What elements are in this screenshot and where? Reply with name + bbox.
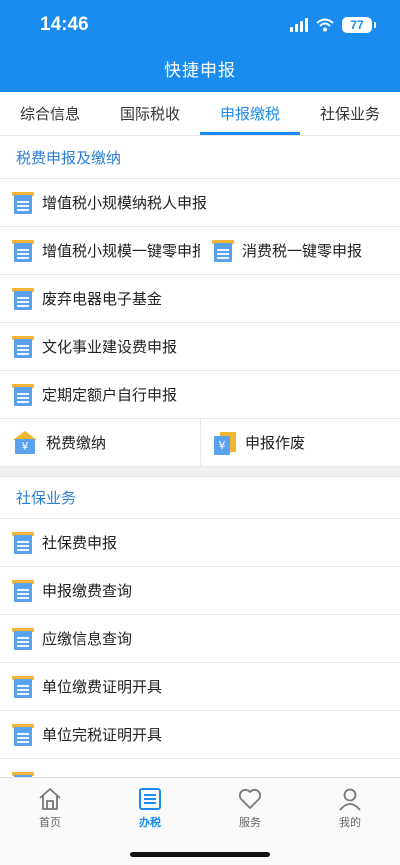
list-item-label: 单位完税证明开具: [42, 726, 163, 744]
document-icon: [12, 723, 34, 746]
document-icon: [12, 383, 34, 406]
list-item-partial[interactable]: [0, 759, 400, 777]
status-time: 14:46: [40, 14, 89, 35]
tab-declare-pay[interactable]: 申报缴税: [200, 92, 300, 136]
list-item-label: 申报作废: [245, 434, 306, 452]
active-tab-indicator: [200, 132, 300, 135]
tabbar-label: 我的: [339, 816, 361, 829]
heart-icon: [237, 786, 263, 812]
list-item-declare-void[interactable]: ¥ 申报作废: [200, 418, 400, 467]
tab-international-tax[interactable]: 国际税收: [100, 92, 200, 136]
content-list[interactable]: 税费申报及缴纳 增值税小规模纳税人申报 增值税小规模一键零申报 消费税一键零申报…: [0, 137, 400, 777]
tabbar-label: 服务: [239, 816, 261, 829]
section-divider: [0, 467, 400, 477]
document-icon: [12, 239, 34, 262]
tabbar-mine[interactable]: 我的: [300, 786, 400, 832]
list-item-label: 增值税小规模纳税人申报: [42, 194, 208, 212]
list-item-social-fee-declare[interactable]: 社保费申报: [0, 519, 400, 567]
list-item-label: 定期定额户自行申报: [42, 386, 178, 404]
document-icon: [12, 287, 34, 310]
tabbar-tax[interactable]: 办税: [100, 786, 200, 832]
tab-social-security[interactable]: 社保业务: [300, 92, 400, 136]
payment-house-icon: ¥: [12, 430, 38, 455]
list-item-vat-small-scale[interactable]: 增值税小规模纳税人申报: [0, 179, 400, 227]
list-item-waste-electronics-fund[interactable]: 废弃电器电子基金: [0, 275, 400, 323]
top-tabs: 综合信息 国际税收 申报缴税 社保业务: [0, 92, 400, 136]
document-icon: [12, 531, 34, 554]
home-icon: [37, 786, 63, 812]
battery-icon: 77: [342, 17, 376, 33]
list-item-due-info-query[interactable]: 应缴信息查询: [0, 615, 400, 663]
list-item-label: 文化事业建设费申报: [42, 338, 178, 356]
list-row-split: 增值税小规模一键零申报 消费税一键零申报: [0, 227, 400, 275]
document-icon: [12, 191, 34, 214]
status-icons: 77: [290, 17, 376, 33]
document-icon: [12, 627, 34, 650]
status-bar: 14:46 77: [0, 0, 400, 50]
list-item-tax-certificate[interactable]: 单位完税证明开具: [0, 711, 400, 759]
list-row-split: ¥ 税费缴纳 ¥ 申报作废: [0, 418, 400, 467]
document-icon: [12, 335, 34, 358]
list-item-label: 废弃电器电子基金: [42, 290, 163, 308]
tabbar-home[interactable]: 首页: [0, 786, 100, 832]
list-item-label: 社保费申报: [42, 534, 118, 552]
tabbar-service[interactable]: 服务: [200, 786, 300, 832]
tabbar-label: 办税: [139, 816, 161, 829]
section-title-tax: 税费申报及缴纳: [0, 137, 400, 179]
list-item-label: 税费缴纳: [46, 434, 107, 452]
section-title-social: 社保业务: [0, 477, 400, 519]
list-item-payment-query[interactable]: 申报缴费查询: [0, 567, 400, 615]
list-item-label: 单位缴费证明开具: [42, 678, 163, 696]
list-item-fixed-quota[interactable]: 定期定额户自行申报: [0, 371, 400, 419]
tab-general-info[interactable]: 综合信息: [0, 92, 100, 136]
person-icon: [337, 786, 363, 812]
document-icon: [12, 579, 34, 602]
void-document-icon: ¥: [213, 431, 237, 455]
list-item-payment-certificate[interactable]: 单位缴费证明开具: [0, 663, 400, 711]
document-icon: [212, 239, 234, 262]
list-item-label: 消费税一键零申报: [242, 242, 363, 260]
signal-icon: [290, 18, 308, 32]
list-item-consumption-tax-zero[interactable]: 消费税一键零申报: [200, 227, 400, 275]
home-indicator: [130, 852, 270, 857]
page-title: 快捷申报: [164, 61, 236, 81]
wifi-icon: [316, 18, 334, 32]
nav-bar: 快捷申报: [0, 50, 400, 92]
list-item-label: 申报缴费查询: [42, 582, 133, 600]
list-item-label: 增值税小规模一键零申报: [42, 242, 200, 260]
list-icon: [137, 786, 163, 812]
list-item-culture-fee[interactable]: 文化事业建设费申报: [0, 323, 400, 371]
list-item-label: 应缴信息查询: [42, 630, 133, 648]
list-item-tax-payment[interactable]: ¥ 税费缴纳: [0, 419, 200, 467]
list-item-vat-zero-declare[interactable]: 增值税小规模一键零申报: [0, 227, 200, 275]
tabbar-label: 首页: [39, 816, 61, 829]
document-icon: [12, 675, 34, 698]
